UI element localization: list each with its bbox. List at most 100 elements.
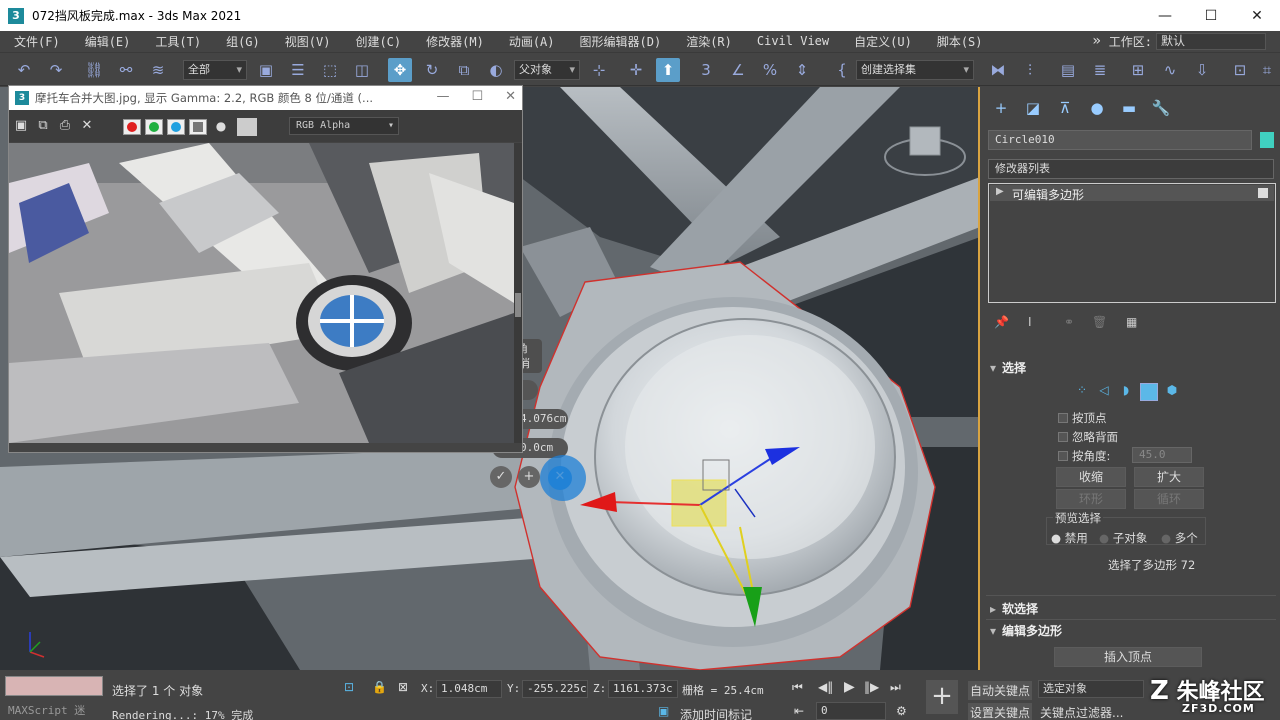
green-channel-icon[interactable]	[145, 119, 163, 135]
element-level-icon[interactable]: ⬢	[1162, 383, 1182, 401]
edge-level-icon[interactable]: ◁	[1094, 383, 1114, 401]
ring-button[interactable]: 环形	[1056, 489, 1126, 509]
modify-tab-icon[interactable]: ◪	[1022, 97, 1044, 119]
go-to-start-icon[interactable]: ⏮	[792, 680, 803, 695]
menu-tools[interactable]: 工具(T)	[141, 33, 212, 50]
select-by-name-icon[interactable]: ☰	[286, 58, 310, 82]
reference-coord-select[interactable]: 父对象	[514, 60, 580, 80]
undo-icon[interactable]: ↶	[12, 58, 36, 82]
maxscript-listener-mini[interactable]	[5, 676, 103, 696]
menu-group[interactable]: 组(G)	[212, 33, 271, 50]
object-name-field[interactable]: Circle010	[988, 130, 1252, 150]
menu-modifiers[interactable]: 修改器(M)	[412, 33, 495, 50]
current-frame-field[interactable]: 0	[816, 702, 886, 720]
frame-maximize-icon[interactable]: ☐	[471, 89, 483, 104]
select-object-icon[interactable]: ▣	[254, 58, 278, 82]
maximize-icon[interactable]: ☐	[1188, 0, 1234, 31]
mirror-icon[interactable]: ⧓	[986, 58, 1010, 82]
y-coordinate-field[interactable]: -255.225c	[522, 680, 588, 698]
layer-explorer-icon[interactable]: ≣	[1088, 58, 1112, 82]
redo-icon[interactable]: ↷	[44, 58, 68, 82]
spinner-snap-icon[interactable]: ⇕	[790, 58, 814, 82]
stack-item-toggle[interactable]	[1258, 188, 1268, 198]
blue-channel-icon[interactable]	[167, 119, 185, 135]
display-tab-icon[interactable]: ▬	[1118, 97, 1140, 119]
snap-toggle-icon[interactable]: 3	[694, 58, 718, 82]
rotate-icon[interactable]: ↻	[420, 58, 444, 82]
red-channel-icon[interactable]	[123, 119, 141, 135]
save-image-icon[interactable]: ▣	[13, 118, 29, 134]
menu-customize[interactable]: 自定义(U)	[840, 33, 923, 50]
schematic-view-icon[interactable]: ⇩	[1190, 58, 1214, 82]
select-manipulate-icon[interactable]: ✛	[624, 58, 648, 82]
angle-spinner[interactable]: 45.0	[1132, 447, 1192, 463]
print-icon[interactable]: ⎙	[57, 118, 73, 134]
selection-lock-icon[interactable]: 🔒	[372, 680, 387, 694]
expand-arrow-icon[interactable]: ▶	[996, 186, 1004, 197]
place-icon[interactable]: ◐	[484, 58, 508, 82]
next-frame-icon[interactable]: ‖▶	[864, 680, 879, 694]
menu-rendering[interactable]: 渲染(R)	[672, 33, 743, 50]
set-key-button[interactable]: 设置关键点	[968, 703, 1033, 720]
scale-icon[interactable]: ⧉	[452, 58, 476, 82]
minimize-icon[interactable]: —	[1142, 0, 1188, 31]
play-icon[interactable]: ▶	[844, 679, 855, 695]
caddy-ok-icon[interactable]: ✓	[490, 466, 512, 488]
move-icon[interactable]: ✥	[388, 58, 412, 82]
utilities-tab-icon[interactable]: 🔧	[1150, 97, 1172, 119]
loop-button[interactable]: 循环	[1134, 489, 1204, 509]
edit-named-selection-icon[interactable]: {	[830, 58, 854, 82]
vertex-level-icon[interactable]: ⁘	[1072, 383, 1092, 401]
isolate-selection-icon[interactable]: ⊡	[344, 680, 354, 694]
frame-close-icon[interactable]: ✕	[505, 89, 516, 104]
menu-animation[interactable]: 动画(A)	[495, 33, 566, 50]
create-tab-icon[interactable]: +	[990, 97, 1012, 119]
configure-sets-icon[interactable]: ▦	[1126, 315, 1137, 329]
soft-selection-rollout-title[interactable]: 软选择	[990, 600, 1038, 618]
set-key-icon[interactable]: +	[926, 680, 958, 714]
preview-off-radio[interactable]: ● 禁用	[1051, 530, 1088, 546]
ribbon-icon[interactable]: ⊞	[1126, 58, 1150, 82]
make-unique-icon[interactable]: ⚭	[1064, 315, 1074, 329]
link-icon[interactable]: ⛓	[82, 58, 106, 82]
menu-edit[interactable]: 编辑(E)	[71, 33, 142, 50]
motion-tab-icon[interactable]: ●	[1086, 97, 1108, 119]
maxscript-label[interactable]: MAXScript 迷	[8, 702, 85, 718]
auto-key-button[interactable]: 自动关键点	[968, 681, 1033, 700]
edit-polygons-rollout-title[interactable]: 编辑多边形	[990, 622, 1062, 640]
menu-scripting[interactable]: 脚本(S)	[923, 33, 994, 50]
modifier-list-select[interactable]: 修改器列表	[988, 159, 1274, 179]
ignore-backfacing-checkbox[interactable]: 忽略背面	[1058, 429, 1118, 445]
border-level-icon[interactable]: ◗	[1116, 383, 1136, 401]
channel-display-select[interactable]: RGB Alpha	[289, 117, 399, 135]
menu-create[interactable]: 创建(C)	[341, 33, 412, 50]
rendered-frame-window[interactable]: 3 摩托车合并大图.jpg, 显示 Gamma: 2.2, RGB 颜色 8 位…	[8, 85, 523, 453]
menu-graph-editors[interactable]: 图形编辑器(D)	[566, 33, 673, 50]
material-editor-icon[interactable]: ⊡	[1228, 58, 1252, 82]
workspace-select[interactable]: 默认	[1156, 32, 1266, 50]
polygon-level-icon[interactable]	[1140, 383, 1158, 401]
preview-subobject-radio[interactable]: ● 子对象	[1099, 530, 1147, 546]
remove-modifier-icon[interactable]: 🗑	[1092, 315, 1107, 329]
selection-filter-select[interactable]: 全部	[183, 60, 247, 80]
menu-file[interactable]: 文件(F)	[0, 33, 71, 50]
key-filters-button[interactable]: 关键点过滤器...	[1040, 704, 1123, 720]
mono-icon[interactable]: ●	[213, 118, 229, 134]
grow-button[interactable]: 扩大	[1134, 467, 1204, 487]
by-vertex-checkbox[interactable]: 按顶点	[1058, 410, 1107, 426]
insert-vertex-button[interactable]: 插入顶点	[1054, 647, 1202, 667]
z-coordinate-field[interactable]: 1161.373c	[608, 680, 678, 698]
angle-snap-icon[interactable]: ∠	[726, 58, 750, 82]
menu-overflow-icon[interactable]: »	[1092, 33, 1100, 49]
keyboard-shortcut-icon[interactable]: ⬆	[656, 58, 680, 82]
key-target-select[interactable]: 选定对象	[1038, 680, 1144, 698]
selection-rollout-title[interactable]: 选择	[990, 359, 1026, 377]
absolute-mode-icon[interactable]: ⊠	[398, 680, 408, 694]
stack-item-editable-poly[interactable]: ▶ 可编辑多边形	[990, 185, 1274, 202]
curve-editor-icon[interactable]: ∿	[1158, 58, 1182, 82]
time-tag-icon[interactable]: ▣	[658, 704, 669, 718]
go-to-end-icon[interactable]: ⏭	[890, 680, 901, 695]
time-config-icon[interactable]: ⚙	[896, 704, 907, 718]
clear-icon[interactable]: ✕	[79, 118, 95, 134]
render-setup-icon[interactable]: ⌗	[1258, 58, 1276, 82]
